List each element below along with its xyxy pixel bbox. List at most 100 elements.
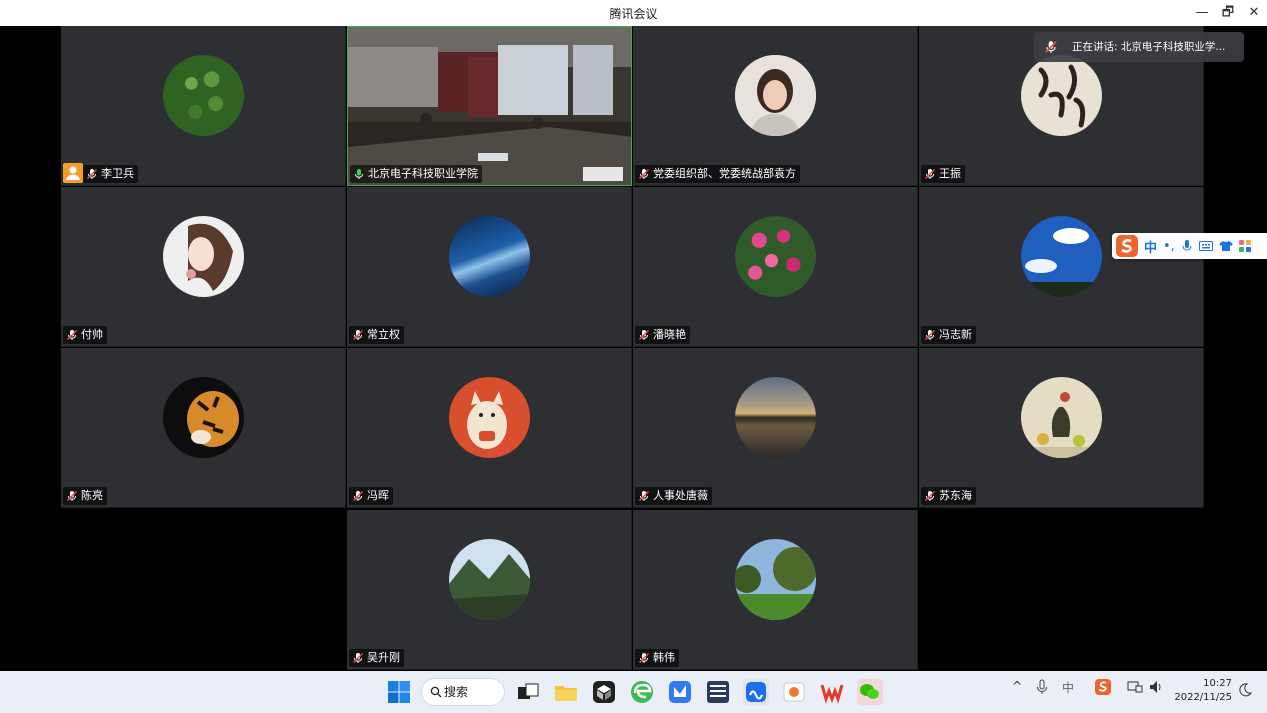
taskbar-search[interactable]: 搜索 (421, 678, 505, 706)
participant-tile[interactable]: 潘晓艳 (633, 187, 918, 347)
still-life-avatar (1021, 377, 1102, 458)
participant-name: 常立权 (367, 328, 400, 341)
close-button[interactable]: ✕ (1243, 3, 1265, 23)
ime-toolbar[interactable]: 中 •, (1112, 233, 1267, 259)
participant-name: 付帅 (81, 328, 103, 341)
do-not-disturb-moon-icon[interactable] (1238, 683, 1252, 697)
voice-input-icon[interactable] (1181, 239, 1193, 253)
pink-flowers-avatar (735, 216, 816, 297)
participant-nameplate: 付帅 (63, 326, 107, 344)
participant-tile[interactable]: 陈亮 (61, 348, 346, 508)
participant-tile[interactable]: 常立权 (347, 187, 632, 347)
app-box-icon[interactable] (591, 679, 617, 705)
participant-tile[interactable]: 冯晖 (347, 348, 632, 508)
calligraphy-avatar (1021, 55, 1102, 136)
tray-overflow-icon[interactable]: ^ (1012, 679, 1022, 693)
participant-nameplate: 李卫兵 (83, 165, 138, 183)
file-explorer-icon[interactable] (553, 679, 579, 705)
participant-nameplate: 冯晖 (349, 487, 393, 505)
participant-tile[interactable]: 冯志新 (919, 187, 1204, 347)
participant-nameplate: 苏东海 (921, 487, 976, 505)
mic-muted-icon (639, 491, 649, 501)
participant-name: 韩伟 (653, 651, 675, 664)
participant-tile[interactable]: 苏东海 (919, 348, 1204, 508)
participant-nameplate: 王振 (921, 165, 965, 183)
cartoon-cat-avatar (449, 377, 530, 458)
skin-shirt-icon[interactable] (1218, 240, 1233, 252)
presentation-app-icon[interactable] (781, 679, 807, 705)
mic-muted-icon (67, 491, 77, 501)
network-icon[interactable] (1127, 679, 1143, 695)
meeting-room-video (348, 27, 631, 185)
participant-nameplate: 北京电子科技职业学院 (350, 165, 482, 183)
participant-nameplate: 韩伟 (635, 649, 679, 667)
participant-name: 潘晓艳 (653, 328, 686, 341)
microphone-icon[interactable] (1036, 679, 1048, 695)
host-icon (63, 163, 83, 183)
participant-name: 北京电子科技职业学院 (368, 167, 478, 180)
participant-nameplate: 人事处唐薇 (635, 487, 712, 505)
mic-muted-icon (639, 653, 649, 663)
participant-name: 陈亮 (81, 489, 103, 502)
participant-name: 冯志新 (939, 328, 972, 341)
tencent-meeting-icon[interactable] (743, 679, 769, 705)
green-leaves-avatar (163, 55, 244, 136)
participant-name: 党委组织部、党委统战部袁方 (653, 167, 796, 180)
woman-photo-avatar (735, 55, 816, 136)
speaking-text: 正在讲话: 北京电子科技职业学... (1072, 41, 1226, 53)
system-clock[interactable]: 10:27 2022/11/25 (1170, 677, 1232, 705)
participant-nameplate: 吴升刚 (349, 649, 404, 667)
sogou-tray-icon[interactable] (1095, 679, 1111, 695)
ime-mode-toggle[interactable]: 中 (1144, 237, 1157, 256)
participant-tile[interactable]: 吴升刚 (347, 510, 632, 670)
windows-start-icon[interactable] (386, 679, 412, 705)
restore-button[interactable]: 🗗 (1217, 3, 1239, 23)
participant-tile-active[interactable]: 北京电子科技职业学院 (347, 26, 632, 186)
mic-muted-icon (1045, 41, 1057, 53)
wechat-icon[interactable] (857, 679, 883, 705)
search-icon (430, 686, 442, 698)
sogou-logo-icon (1116, 235, 1138, 257)
mic-muted-icon (67, 330, 77, 340)
participant-tile[interactable]: 付帅 (61, 187, 346, 347)
participant-nameplate: 潘晓艳 (635, 326, 690, 344)
feishu-icon[interactable] (667, 679, 693, 705)
taskbar: 搜索 ^ 中 10:27 2022/11/25 (0, 671, 1267, 713)
participant-tile[interactable]: 韩伟 (633, 510, 918, 670)
mic-muted-icon (353, 491, 363, 501)
participant-nameplate: 陈亮 (63, 487, 107, 505)
participant-nameplate: 党委组织部、党委统战部袁方 (635, 165, 800, 183)
mic-muted-icon (925, 169, 935, 179)
participant-tile[interactable]: 党委组织部、党委统战部袁方 (633, 26, 918, 186)
keyboard-icon[interactable] (1198, 240, 1213, 252)
participant-tile[interactable]: 李卫兵 (61, 26, 346, 186)
edge-browser-icon[interactable] (629, 679, 655, 705)
task-view-icon[interactable] (515, 679, 541, 705)
sunset-lake-avatar (735, 377, 816, 458)
participant-tile[interactable]: 人事处唐薇 (633, 348, 918, 508)
punctuation-icon[interactable]: •, (1163, 239, 1175, 254)
clock-date: 2022/11/25 (1174, 692, 1232, 703)
anime-girl-avatar (163, 216, 244, 297)
participant-nameplate: 冯志新 (921, 326, 976, 344)
participant-name: 王振 (939, 167, 961, 180)
participant-name: 李卫兵 (101, 167, 134, 180)
mic-muted-icon (639, 169, 649, 179)
input-language-indicator[interactable]: 中 (1062, 679, 1074, 696)
mic-muted-icon (353, 653, 363, 663)
participant-name: 冯晖 (367, 489, 389, 502)
mic-muted-icon (353, 330, 363, 340)
search-label: 搜索 (444, 685, 469, 699)
minimize-button[interactable]: — (1191, 3, 1213, 23)
video-grid: 李卫兵 北京电子科技职业学院 党委组织部、党委统战部袁方 王振 付帅 常立权 潘… (0, 26, 1267, 671)
park-tree-avatar (735, 539, 816, 620)
mic-muted-icon (87, 169, 97, 179)
app-grid-icon[interactable] (705, 679, 731, 705)
volume-icon[interactable] (1148, 679, 1164, 695)
participant-name: 苏东海 (939, 489, 972, 502)
blue-sky-avatar (1021, 216, 1102, 297)
wps-office-icon[interactable] (819, 679, 845, 705)
clock-time: 10:27 (1203, 678, 1232, 689)
toolbox-grid-icon[interactable] (1238, 240, 1251, 252)
participant-nameplate: 常立权 (349, 326, 404, 344)
